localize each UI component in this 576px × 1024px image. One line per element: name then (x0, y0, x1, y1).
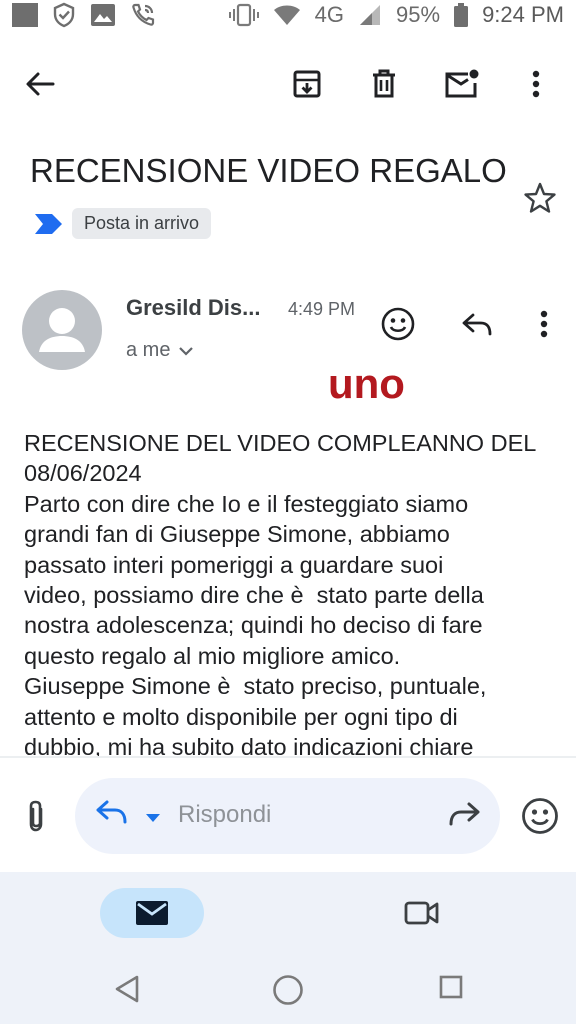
recipient-toggle[interactable]: a me (126, 339, 194, 362)
reply-placeholder[interactable]: Rispondi (178, 801, 271, 829)
important-marker-icon[interactable] (34, 213, 64, 235)
bottom-navigation (0, 872, 576, 1024)
email-time: 4:49 PM (288, 299, 356, 319)
emoji-icon (522, 798, 558, 834)
delete-button[interactable] (362, 62, 406, 106)
system-back-button[interactable] (114, 974, 140, 1009)
back-button[interactable] (18, 62, 62, 106)
status-right-icons: 4G 95% 9:24 PM (228, 2, 564, 28)
battery-icon (454, 3, 469, 27)
mark-unread-button[interactable] (440, 62, 484, 106)
archive-button[interactable] (285, 62, 329, 106)
reply-icon (462, 313, 492, 336)
clock: 9:24 PM (482, 2, 564, 27)
star-icon (524, 182, 556, 213)
sender-avatar[interactable] (22, 290, 102, 370)
email-body: RECENSIONE DEL VIDEO COMPLEANNO DEL 08/0… (24, 430, 537, 758)
wifi-icon (273, 4, 301, 26)
overlay-annotation: uno (328, 360, 405, 407)
message-more-button[interactable] (522, 302, 566, 346)
status-left-icons (12, 2, 158, 28)
circle-home-icon (273, 975, 303, 1005)
email-subject: RECENSIONE VIDEO REGALO (30, 152, 507, 189)
system-recents-button[interactable] (438, 974, 464, 1005)
more-vert-icon (540, 310, 548, 338)
triangle-back-icon (115, 975, 139, 1003)
app-notification-icon (12, 3, 38, 27)
divider (0, 756, 576, 758)
nav-meet-tab[interactable] (404, 898, 440, 933)
mail-icon (136, 901, 168, 925)
arrow-left-icon (26, 72, 55, 96)
recipient-label: a me (126, 339, 171, 361)
video-camera-icon (404, 901, 439, 925)
more-options-button[interactable] (514, 62, 558, 106)
star-button[interactable] (522, 180, 558, 216)
system-home-button[interactable] (272, 974, 304, 1011)
battery-percent: 95% (396, 2, 441, 27)
mail-unread-icon (445, 69, 479, 98)
emoji-icon (381, 307, 415, 341)
caret-down-icon[interactable] (145, 810, 161, 828)
reply-icon[interactable] (95, 798, 129, 831)
react-emoji-button[interactable] (376, 302, 420, 346)
wifi-call-icon (130, 2, 158, 28)
network-type: 4G (314, 2, 345, 27)
sender-name[interactable]: Gresild Dis... (126, 295, 261, 321)
more-vert-icon (532, 70, 540, 98)
reply-button[interactable] (455, 302, 499, 346)
emoji-button[interactable] (520, 796, 560, 836)
nav-mail-tab[interactable] (100, 888, 204, 938)
inbox-label-chip[interactable]: Posta in arrivo (72, 208, 212, 239)
reply-composer[interactable]: Rispondi (75, 778, 500, 854)
image-icon (90, 3, 116, 27)
status-bar: 4G 95% 9:24 PM (0, 0, 576, 30)
forward-icon[interactable] (447, 800, 481, 833)
trash-icon (373, 69, 395, 98)
label-row: Posta in arrivo (34, 208, 212, 239)
archive-icon (293, 70, 321, 98)
system-navigation (0, 972, 576, 1012)
paperclip-icon (29, 800, 43, 832)
person-icon (39, 308, 85, 352)
signal-icon (358, 4, 382, 26)
shield-check-icon (52, 2, 76, 28)
square-recents-icon (439, 975, 463, 999)
vibrate-icon (228, 3, 259, 27)
chevron-down-icon (179, 346, 194, 356)
email-toolbar (0, 50, 576, 120)
attach-button[interactable] (18, 796, 54, 836)
